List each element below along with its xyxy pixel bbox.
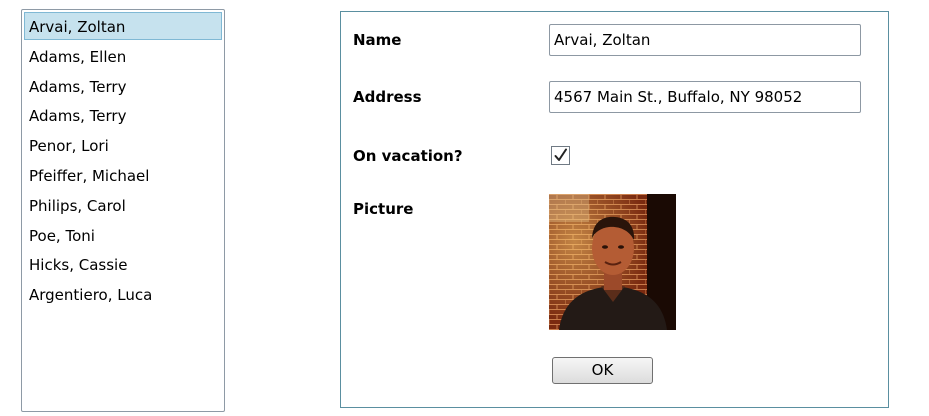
name-label: Name	[353, 31, 402, 49]
list-item[interactable]: Adams, Terry	[24, 101, 222, 129]
address-field[interactable]: 4567 Main St., Buffalo, NY 98052	[549, 81, 861, 113]
contacts-listbox[interactable]: Arvai, Zoltan Adams, Ellen Adams, Terry …	[21, 9, 225, 412]
list-item[interactable]: Philips, Carol	[24, 191, 222, 219]
list-item[interactable]: Pfeiffer, Michael	[24, 161, 222, 189]
person-photo	[549, 194, 676, 330]
details-panel: Name Arvai, Zoltan Address 4567 Main St.…	[340, 11, 889, 408]
name-field[interactable]: Arvai, Zoltan	[549, 24, 861, 56]
list-item[interactable]: Hicks, Cassie	[24, 250, 222, 278]
picture-label: Picture	[353, 200, 414, 218]
checkmark-icon	[554, 148, 567, 161]
list-item[interactable]: Penor, Lori	[24, 131, 222, 159]
vacation-label: On vacation?	[353, 147, 463, 165]
ok-button[interactable]: OK	[552, 357, 653, 384]
address-label: Address	[353, 88, 422, 106]
list-item[interactable]: Adams, Ellen	[24, 42, 222, 70]
list-item[interactable]: Argentiero, Luca	[24, 280, 222, 308]
list-item[interactable]: Adams, Terry	[24, 72, 222, 100]
list-item[interactable]: Poe, Toni	[24, 221, 222, 249]
list-item[interactable]: Arvai, Zoltan	[24, 12, 222, 40]
vacation-checkbox[interactable]	[551, 146, 570, 165]
